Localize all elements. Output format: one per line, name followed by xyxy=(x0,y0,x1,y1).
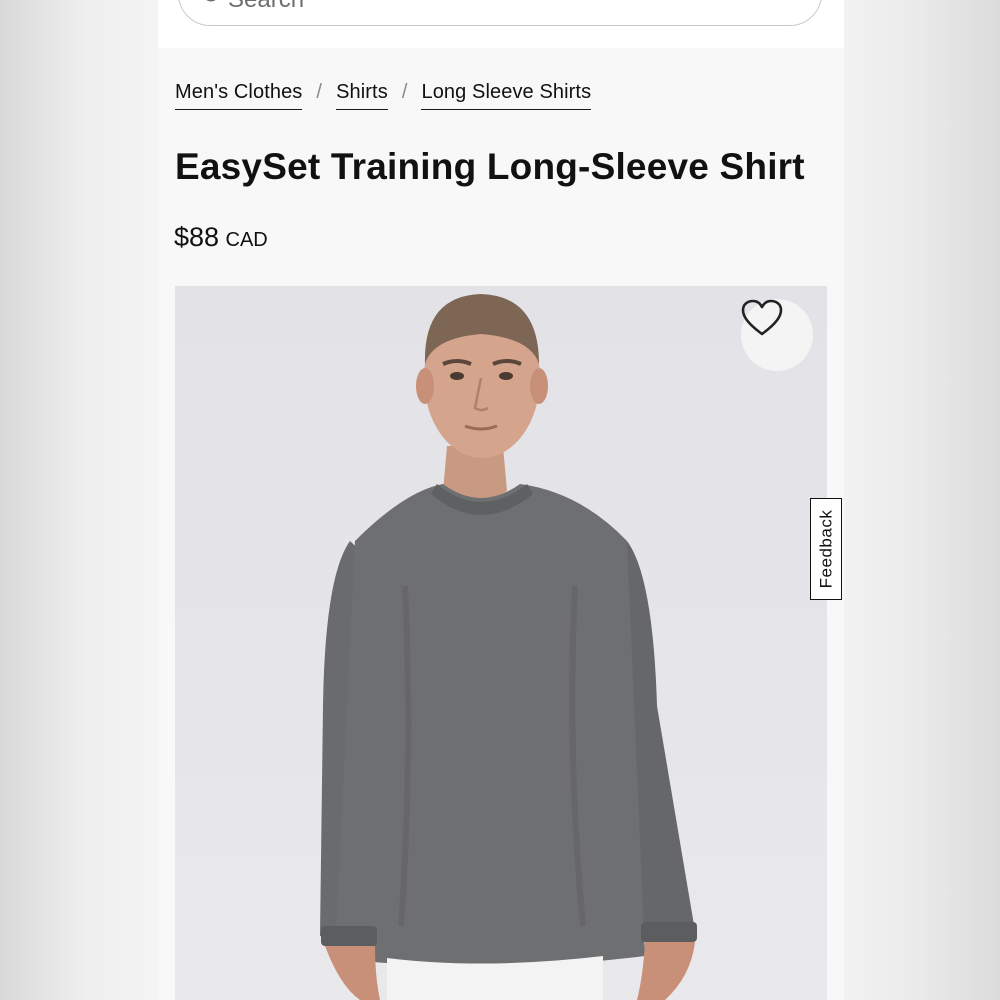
background-right xyxy=(844,0,1000,1000)
product-image[interactable] xyxy=(175,286,827,1000)
product-title: EasySet Training Long-Sleeve Shirt xyxy=(175,146,805,187)
feedback-button[interactable]: Feedback xyxy=(810,498,842,600)
feedback-label: Feedback xyxy=(816,509,836,589)
price-currency: CAD xyxy=(225,229,268,251)
background-left xyxy=(0,0,158,1000)
page-container: Search Men's Clothes / Shirts / Long Sle… xyxy=(158,0,844,1000)
breadcrumb-long-sleeve-shirts[interactable]: Long Sleeve Shirts xyxy=(421,81,592,110)
product-price: $88 CAD xyxy=(174,222,268,253)
heart-icon xyxy=(741,299,783,336)
header: Search xyxy=(158,0,844,48)
model-photo-illustration xyxy=(320,294,697,1000)
breadcrumb-separator: / xyxy=(401,81,408,103)
search-icon xyxy=(206,0,216,2)
breadcrumb-mens-clothes[interactable]: Men's Clothes xyxy=(175,81,303,110)
wishlist-button[interactable] xyxy=(741,299,813,371)
price-amount: $88 xyxy=(174,222,220,252)
breadcrumb: Men's Clothes / Shirts / Long Sleeve Shi… xyxy=(175,81,592,110)
search-placeholder: Search xyxy=(228,0,304,14)
breadcrumb-separator: / xyxy=(316,81,323,103)
breadcrumb-shirts[interactable]: Shirts xyxy=(336,81,388,110)
